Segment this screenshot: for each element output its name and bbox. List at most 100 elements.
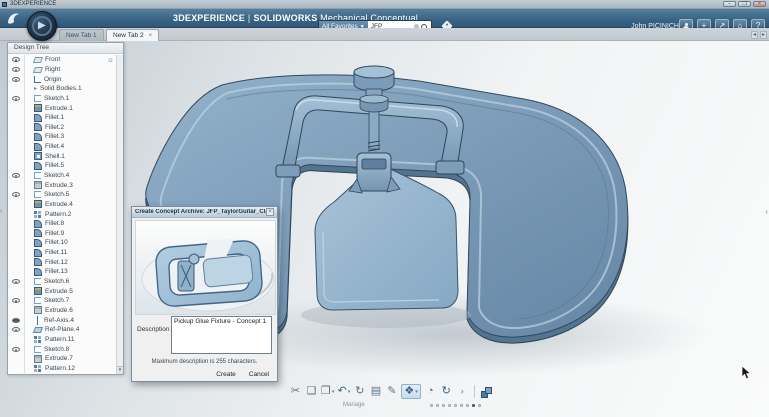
pager-dot-2[interactable]	[436, 404, 439, 407]
tree-item-shell-1[interactable]: Shell.1	[8, 151, 116, 161]
tab-scroll-left-icon[interactable]: ◂	[751, 31, 758, 39]
tree-item-sketch-1[interactable]: Sketch.1	[8, 94, 116, 104]
rebuild-icon[interactable]: ↻	[353, 384, 366, 399]
tree-item-right[interactable]: Right	[8, 65, 116, 75]
pager-dot-8[interactable]	[472, 404, 475, 407]
tree-item-fillet-10[interactable]: Fillet.10	[8, 238, 116, 248]
window-title: 3DEXPERIENCE	[10, 1, 56, 7]
expand-caret-icon[interactable]: ▸	[34, 85, 37, 92]
tree-item-sketch-8[interactable]: Sketch.8	[8, 344, 116, 354]
history-icon[interactable]: ◔	[424, 384, 437, 399]
close-button[interactable]: ×	[753, 1, 766, 7]
create-button[interactable]: Create	[216, 371, 236, 378]
toolbar-pager-dots[interactable]	[430, 404, 481, 407]
visibility-eye-icon[interactable]	[12, 77, 20, 82]
tree-item-fillet-3[interactable]: Fillet.3	[8, 132, 116, 142]
visibility-eye-icon[interactable]	[12, 57, 20, 62]
minimize-button[interactable]: –	[723, 1, 736, 7]
tree-item-fillet-11[interactable]: Fillet.11	[8, 248, 116, 258]
tree-item-extrude-1[interactable]: Extrude.1	[8, 103, 116, 113]
extrude-icon	[34, 287, 42, 295]
tree-item-extrude-6[interactable]: Extrude.6	[8, 306, 116, 316]
tree-item-sketch-5[interactable]: Sketch.5	[8, 190, 116, 200]
publish-icon[interactable]: ❖▾	[401, 384, 420, 399]
pager-dot-6[interactable]	[460, 404, 463, 407]
visibility-eye-icon[interactable]	[12, 318, 20, 323]
pager-dot-1[interactable]	[430, 404, 433, 407]
fillet-icon	[34, 249, 42, 257]
tree-item-fillet-1[interactable]: Fillet.1	[8, 113, 116, 123]
tree-item-label: Fillet.12	[45, 259, 68, 266]
cut-icon[interactable]: ✂	[289, 384, 302, 399]
visibility-eye-icon[interactable]	[12, 173, 20, 178]
tree-item-fillet-8[interactable]: Fillet.8	[8, 219, 116, 229]
tree-item-ref-plane-4[interactable]: Ref-Plane.4	[8, 325, 116, 335]
refplane-icon	[33, 327, 43, 333]
tree-item-main: Extrude.1	[25, 104, 73, 112]
cancel-button[interactable]: Cancel	[249, 371, 269, 378]
tree-item-sketch-7[interactable]: Sketch.7	[8, 296, 116, 306]
scroll-down-icon[interactable]: ▾	[117, 366, 123, 374]
maximize-button[interactable]: ❐	[738, 1, 751, 7]
tree-item-sketch-6[interactable]: Sketch.6	[8, 277, 116, 287]
signoff-icon[interactable]: ✎	[385, 384, 398, 399]
pager-dot-5[interactable]	[454, 404, 457, 407]
tree-item-sketch-4[interactable]: Sketch.4	[8, 171, 116, 181]
visibility-cell	[8, 229, 25, 239]
pager-dot-7[interactable]	[466, 404, 469, 407]
tree-item-fillet-12[interactable]: Fillet.12	[8, 257, 116, 267]
tree-item-pattern-11[interactable]: Pattern.11	[8, 335, 116, 345]
panel-collapse-left-icon[interactable]: ‹	[0, 206, 3, 215]
tab-scroll-right-icon[interactable]: ▸	[760, 31, 767, 39]
visibility-cell	[8, 84, 25, 94]
tree-item-extrude-3[interactable]: Extrude.3	[8, 180, 116, 190]
tree-item-pattern-2[interactable]: Pattern.2	[8, 209, 116, 219]
pager-dot-4[interactable]	[448, 404, 451, 407]
tree-item-fillet-5[interactable]: Fillet.5	[8, 161, 116, 171]
visibility-eye-icon[interactable]	[12, 298, 20, 303]
tree-scrollbar[interactable]: ▾	[116, 55, 123, 374]
tree-item-extrude-5[interactable]: Extrude.5	[8, 286, 116, 296]
bom-table-icon[interactable]: ▤	[369, 384, 382, 399]
description-input[interactable]: Pickup Glue Fixture - Concept 1	[171, 316, 272, 354]
undo-icon[interactable]: ↶▾	[337, 384, 350, 399]
3d-compass[interactable]: ▶	[27, 11, 57, 41]
tree-item-fillet-4[interactable]: Fillet.4	[8, 142, 116, 152]
close-tab-icon[interactable]: ×	[149, 33, 153, 39]
tree-item-extrude-7[interactable]: Extrude.7	[8, 354, 116, 364]
visibility-cell	[8, 306, 25, 316]
paste-icon[interactable]: ❐▾	[321, 384, 334, 399]
share-squares-icon[interactable]	[480, 384, 493, 399]
tree-item-front[interactable]: Front	[8, 55, 116, 65]
tree-item-fillet-9[interactable]: Fillet.9	[8, 229, 116, 239]
tree-item-pattern-12[interactable]: Pattern.12	[8, 364, 116, 374]
tab-new-tab-1[interactable]: New Tab 1	[59, 29, 104, 41]
tree-item-origin[interactable]: Origin	[8, 74, 116, 84]
tree-item-fillet-2[interactable]: Fillet.2	[8, 122, 116, 132]
gear-icon[interactable]: ☼	[107, 56, 114, 64]
tree-item-ref-axis-4[interactable]: Ref-Axis.4	[8, 315, 116, 325]
pager-dot-3[interactable]	[442, 404, 445, 407]
visibility-cell	[8, 74, 25, 84]
panel-collapse-right-icon[interactable]: ‹	[765, 207, 768, 216]
pager-dot-9[interactable]	[478, 404, 481, 407]
visibility-eye-icon[interactable]	[12, 67, 20, 72]
tree-item-main: Fillet.9	[25, 229, 64, 237]
visibility-eye-icon[interactable]	[12, 96, 20, 101]
visibility-eye-icon[interactable]	[12, 279, 20, 284]
tab-new-tab-2[interactable]: New Tab 2×	[106, 29, 159, 41]
more-icon[interactable]: ›	[456, 384, 469, 399]
copy-icon[interactable]: ❏	[305, 384, 318, 399]
visibility-eye-icon[interactable]	[12, 347, 20, 352]
visibility-cell	[8, 161, 25, 171]
visibility-eye-icon[interactable]	[12, 327, 20, 332]
tree-item-solid-bodies-1[interactable]: ▸Solid Bodies.1	[8, 84, 116, 94]
tree-item-fillet-13[interactable]: Fillet.13	[8, 267, 116, 277]
plane-icon	[33, 57, 43, 63]
visibility-eye-icon[interactable]	[12, 192, 20, 197]
dialog-titlebar[interactable]: Create Concept Archive: JFP_TaylorGuitar…	[132, 207, 277, 218]
visibility-cell	[8, 238, 25, 248]
dialog-close-icon[interactable]: ×	[266, 208, 274, 216]
tree-item-extrude-4[interactable]: Extrude.4	[8, 200, 116, 210]
sync-icon[interactable]: ↻	[440, 384, 453, 399]
